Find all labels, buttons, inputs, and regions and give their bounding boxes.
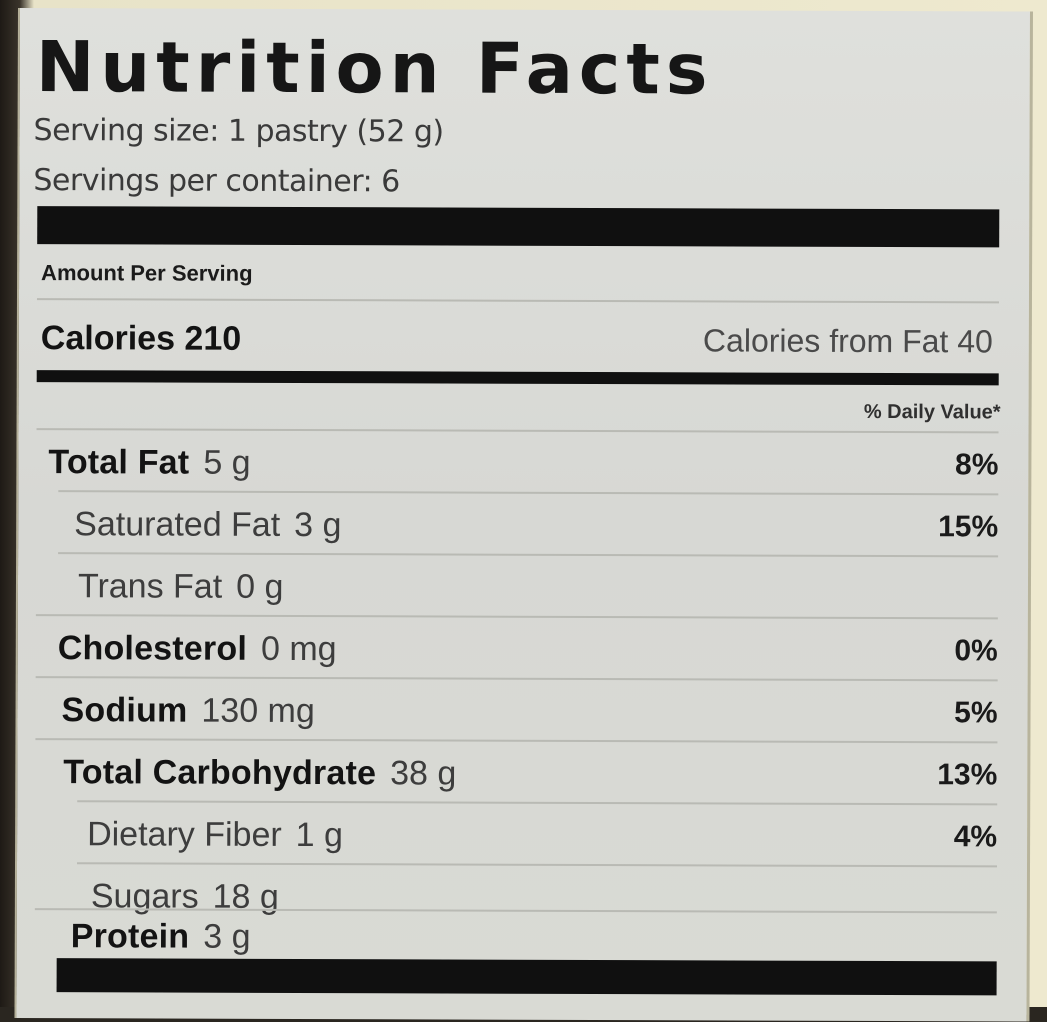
label-title: Nutrition Facts	[35, 26, 714, 111]
thick-divider-top	[37, 206, 1000, 248]
nutrient-row-cholesterol: Cholesterol 0 mg 0%	[36, 620, 998, 679]
thick-divider-bottom	[56, 958, 997, 996]
nutrient-name: Protein	[70, 917, 190, 956]
nutrient-amount: 5 g	[203, 443, 251, 482]
nutrient-row-dietary-fiber: Dietary Fiber 1 g 4%	[35, 806, 997, 865]
nutrient-dv: 13%	[937, 758, 998, 792]
divider	[36, 298, 999, 304]
nutrient-name: Trans Fat	[77, 567, 223, 606]
nutrient-dv: 4%	[953, 820, 998, 854]
medium-divider	[36, 370, 999, 386]
amount-per-serving: Amount Per Serving	[41, 260, 253, 286]
nutrient-name: Sodium	[61, 691, 188, 730]
nutrient-name: Total Carbohydrate	[63, 753, 377, 793]
nutrient-dv: 0%	[954, 634, 998, 668]
nutrient-amount: 0 g	[236, 567, 284, 606]
serving-size: Serving size: 1 pastry (52 g)	[33, 113, 444, 150]
nutrient-row-protein: Protein 3 g	[35, 912, 997, 963]
nutrient-dv: 15%	[938, 510, 999, 544]
calories-value: Calories 210	[40, 318, 242, 358]
divider	[36, 428, 999, 434]
calories-row: Calories 210 Calories from Fat 40	[41, 308, 993, 371]
nutrient-amount: 130 mg	[201, 691, 315, 731]
daily-value-header: % Daily Value*	[863, 400, 1001, 424]
servings-per-container: Servings per container: 6	[33, 163, 400, 200]
photo-scene: Nutrition Facts Serving size: 1 pastry (…	[0, 0, 1047, 1022]
nutrient-name: Saturated Fat	[74, 505, 281, 544]
nutrient-amount: 38 g	[390, 754, 457, 793]
nutrient-row-total-carbohydrate: Total Carbohydrate 38 g 13%	[35, 744, 997, 803]
calories-from-fat: Calories from Fat 40	[702, 321, 993, 359]
nutrient-row-sodium: Sodium 130 mg 5%	[35, 682, 997, 741]
nutrient-row-total-fat: Total Fat 5 g 8%	[36, 434, 998, 493]
nutrient-name: Cholesterol	[57, 629, 248, 668]
nutrient-row-trans-fat: Trans Fat 0 g	[36, 558, 998, 617]
nutrient-amount: 1 g	[295, 815, 344, 855]
nutrient-name: Total Fat	[48, 443, 190, 482]
nutrient-dv: 5%	[954, 696, 998, 730]
nutrient-amount: 0 mg	[260, 629, 337, 669]
nutrient-name: Dietary Fiber	[87, 815, 282, 854]
nutrient-amount: 3 g	[203, 917, 251, 956]
nutrient-row-saturated-fat: Saturated Fat 3 g 15%	[36, 496, 998, 555]
nutrition-facts-label: Nutrition Facts Serving size: 1 pastry (…	[14, 8, 1033, 1022]
nutrient-dv: 8%	[954, 448, 999, 482]
nutrient-amount: 3 g	[294, 505, 342, 545]
